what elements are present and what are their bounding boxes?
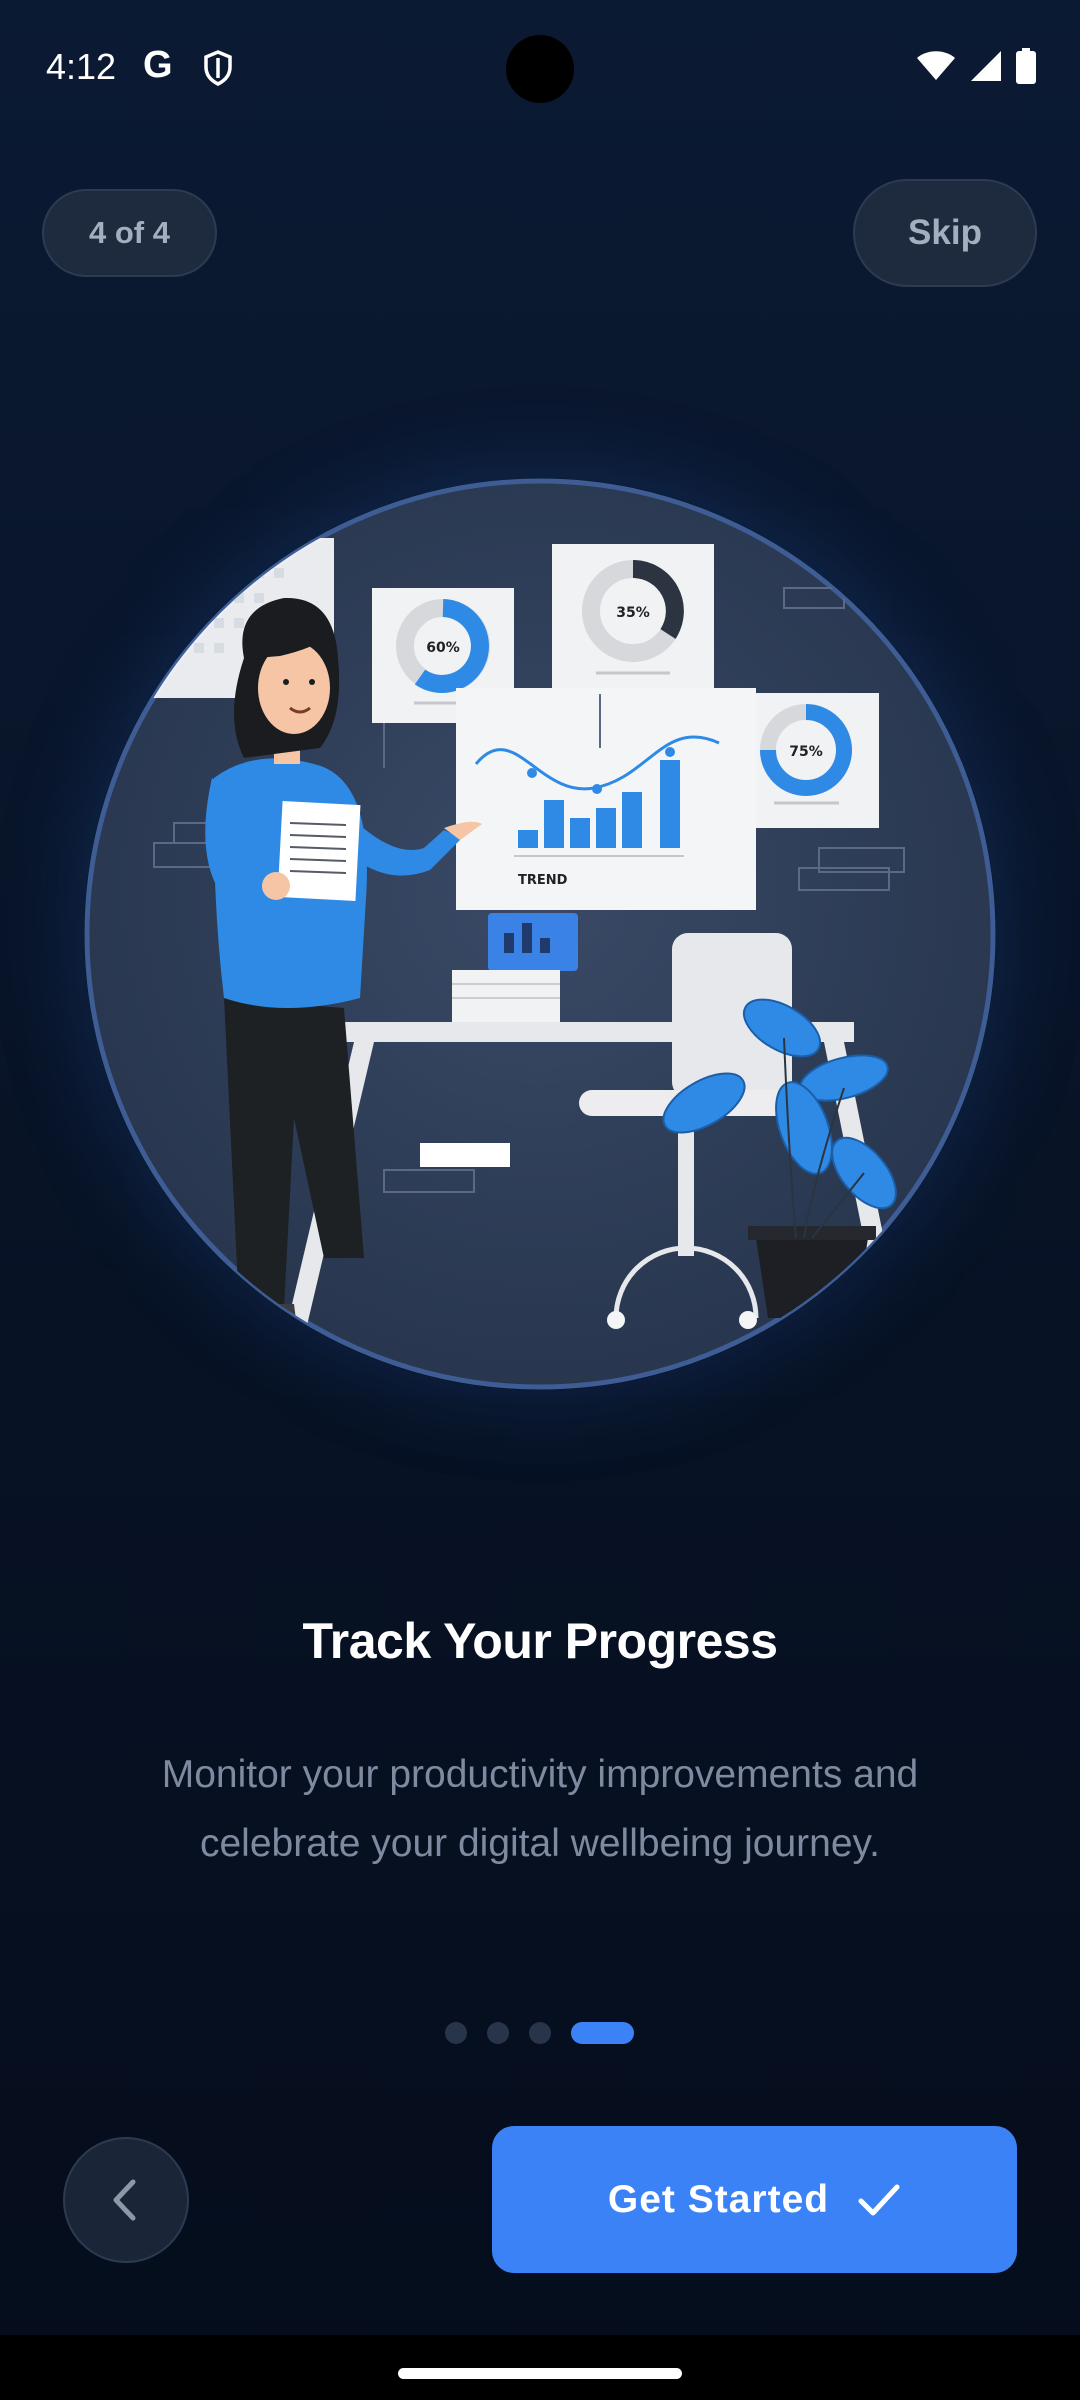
illustration-svg: 60% 35% 75% TREND: [84, 478, 996, 1390]
status-bar: 4:12 G: [0, 0, 1080, 140]
get-started-label: Get Started: [607, 2177, 830, 2221]
status-time: 4:12: [46, 46, 117, 87]
chart-label-60: 60%: [426, 640, 460, 656]
page-description: Monitor your productivity improvements a…: [161, 1753, 919, 1865]
status-icons: [916, 48, 1036, 84]
chart-label-75: 75%: [789, 744, 823, 760]
chart-label-35: 35%: [616, 605, 650, 621]
check-icon: [858, 2184, 900, 2215]
shield-icon: [204, 50, 232, 86]
page-dot-3[interactable]: [529, 2022, 551, 2044]
step-indicator: 4 of 4: [42, 189, 217, 277]
signal-icon: [971, 51, 1001, 81]
trend-label: TREND: [518, 873, 568, 888]
wifi-icon: [917, 51, 955, 80]
front-camera: [506, 35, 574, 103]
get-started-button[interactable]: Get Started: [492, 2126, 1017, 2273]
battery-icon: [1016, 48, 1036, 84]
back-button[interactable]: [63, 2137, 189, 2263]
page-dot-4-active[interactable]: [571, 2022, 634, 2044]
page-dot-2[interactable]: [487, 2022, 509, 2044]
page-title: Track Your Progress: [302, 1613, 779, 1669]
page-indicator: [0, 2020, 1080, 2044]
progress-illustration: 60% 35% 75% TREND: [84, 478, 996, 1390]
skip-button[interactable]: Skip: [853, 179, 1037, 287]
google-icon: G: [143, 44, 173, 86]
chevron-left-icon: [113, 2179, 136, 2221]
page-dot-1[interactable]: [445, 2022, 467, 2044]
home-indicator[interactable]: [398, 2368, 682, 2379]
